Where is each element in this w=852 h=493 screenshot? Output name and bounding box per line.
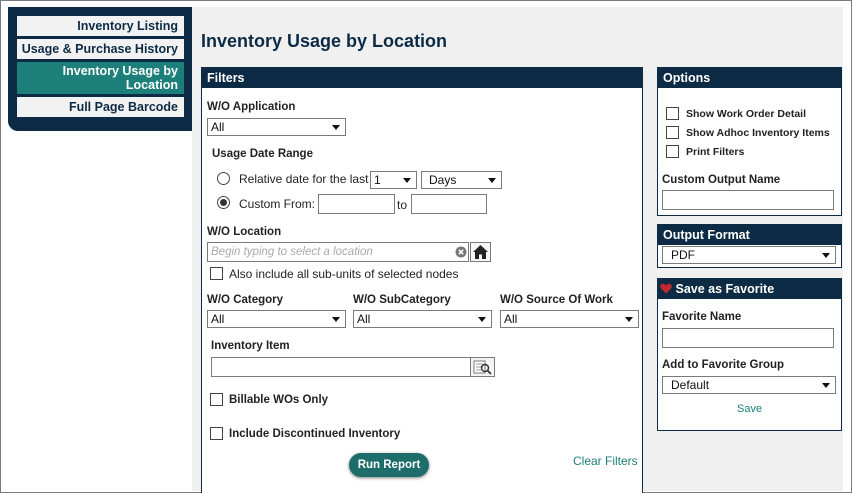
chevron-down-icon bbox=[332, 317, 340, 322]
inventory-item-input[interactable] bbox=[211, 357, 471, 377]
wo-application-label: W/O Application bbox=[207, 101, 296, 113]
chevron-down-icon bbox=[625, 317, 633, 322]
output-format-select[interactable]: PDF bbox=[662, 246, 836, 264]
custom-from-input[interactable] bbox=[318, 194, 395, 214]
custom-output-name-label: Custom Output Name bbox=[662, 174, 781, 186]
wo-location-input[interactable]: Begin typing to select a location bbox=[207, 242, 469, 262]
show-wo-detail-checkbox[interactable] bbox=[666, 107, 679, 120]
show-wo-detail-label: Show Work Order Detail bbox=[686, 108, 806, 120]
chevron-down-icon bbox=[478, 317, 486, 322]
relative-date-label: Relative date for the last bbox=[239, 172, 369, 186]
relative-count-select[interactable]: 1 bbox=[370, 171, 417, 189]
nav-inventory-listing[interactable]: Inventory Listing bbox=[17, 16, 184, 36]
nav-full-page-barcode[interactable]: Full Page Barcode bbox=[17, 97, 184, 117]
include-discontinued-checkbox[interactable] bbox=[210, 427, 223, 440]
chevron-down-icon bbox=[488, 178, 496, 183]
nav-usage-purchase-history[interactable]: Usage & Purchase History bbox=[17, 39, 184, 59]
filters-header: Filters bbox=[202, 68, 642, 88]
wo-category-label: W/O Category bbox=[207, 294, 284, 306]
custom-to-input[interactable] bbox=[411, 194, 487, 214]
billable-wos-label: Billable WOs Only bbox=[229, 394, 329, 406]
billable-wos-checkbox[interactable] bbox=[210, 393, 223, 406]
relative-date-radio[interactable] bbox=[217, 172, 230, 185]
wo-source-select[interactable]: All bbox=[500, 310, 639, 328]
inventory-item-label: Inventory Item bbox=[211, 340, 290, 352]
report-nav: Inventory Listing Usage & Purchase Histo… bbox=[8, 7, 192, 131]
clear-icon[interactable] bbox=[455, 246, 467, 258]
include-discontinued-label: Include Discontinued Inventory bbox=[229, 428, 401, 440]
print-filters-label: Print Filters bbox=[686, 146, 745, 158]
run-report-button[interactable]: Run Report bbox=[349, 453, 429, 477]
usage-date-range-label: Usage Date Range bbox=[212, 148, 313, 160]
include-sub-units-label: Also include all sub-units of selected n… bbox=[229, 267, 459, 281]
inventory-lookup-button[interactable] bbox=[470, 357, 495, 377]
page-title: Inventory Usage by Location bbox=[201, 31, 448, 51]
favorite-group-select[interactable]: Default bbox=[662, 376, 836, 394]
show-adhoc-checkbox[interactable] bbox=[666, 126, 679, 139]
favorite-name-input[interactable] bbox=[662, 328, 834, 348]
heart-icon bbox=[660, 283, 672, 294]
relative-unit-select[interactable]: Days bbox=[421, 171, 502, 189]
save-favorite-link[interactable]: Save bbox=[737, 403, 762, 415]
wo-source-label: W/O Source Of Work bbox=[500, 294, 613, 306]
chevron-down-icon bbox=[332, 125, 340, 130]
wo-category-select[interactable]: All bbox=[207, 310, 346, 328]
custom-from-label: Custom From: bbox=[239, 197, 316, 211]
home-location-button[interactable] bbox=[470, 242, 491, 262]
options-header: Options bbox=[658, 68, 841, 88]
wo-subcategory-select[interactable]: All bbox=[353, 310, 492, 328]
nav-inventory-usage-by-location[interactable]: Inventory Usage by Location bbox=[17, 62, 184, 94]
wo-location-label: W/O Location bbox=[207, 226, 282, 238]
favorite-header: Save as Favorite bbox=[658, 279, 841, 299]
home-icon bbox=[473, 245, 488, 259]
print-filters-checkbox[interactable] bbox=[666, 145, 679, 158]
custom-output-name-input[interactable] bbox=[662, 190, 834, 210]
output-format-header: Output Format bbox=[658, 225, 841, 245]
custom-date-radio[interactable] bbox=[217, 196, 230, 209]
clear-filters-link[interactable]: Clear Filters bbox=[573, 454, 638, 468]
lookup-icon bbox=[473, 360, 492, 375]
chevron-down-icon bbox=[822, 253, 830, 258]
favorite-name-label: Favorite Name bbox=[662, 311, 742, 323]
chevron-down-icon bbox=[822, 383, 830, 388]
favorite-header-label: Save as Favorite bbox=[675, 282, 775, 296]
wo-subcategory-label: W/O SubCategory bbox=[353, 294, 451, 306]
show-adhoc-label: Show Adhoc Inventory Items bbox=[686, 127, 830, 139]
chevron-down-icon bbox=[403, 178, 411, 183]
wo-application-select[interactable]: All bbox=[207, 118, 346, 136]
to-label: to bbox=[397, 198, 408, 212]
favorite-group-label: Add to Favorite Group bbox=[662, 359, 785, 371]
include-sub-units-checkbox[interactable] bbox=[210, 267, 223, 280]
